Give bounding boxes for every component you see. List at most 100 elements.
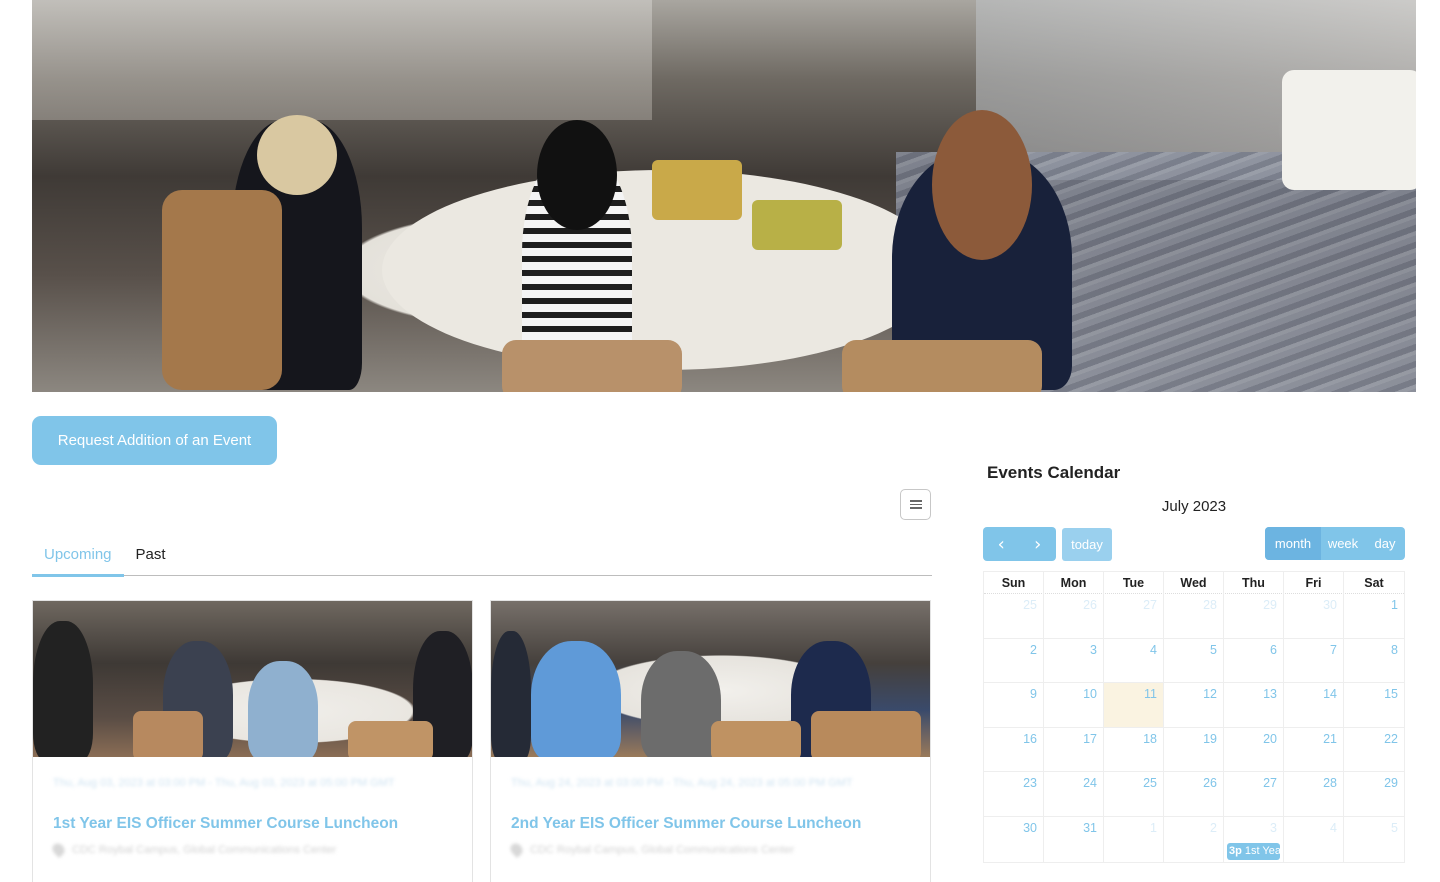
day-number: 13 bbox=[1263, 687, 1277, 702]
calendar-day[interactable]: 25 bbox=[984, 594, 1044, 638]
day-number: 10 bbox=[1083, 687, 1097, 702]
list-view-toggle[interactable] bbox=[900, 489, 931, 520]
tab-past[interactable]: Past bbox=[124, 538, 178, 575]
hero-table-2 bbox=[1282, 70, 1416, 190]
day-number: 21 bbox=[1323, 731, 1337, 746]
calendar-day[interactable]: 12 bbox=[1164, 683, 1224, 727]
calendar-day-today[interactable]: 11 bbox=[1104, 683, 1164, 727]
event-tabs: Upcoming Past bbox=[32, 538, 932, 577]
calendar-day[interactable]: 27 bbox=[1224, 772, 1284, 816]
day-number: 29 bbox=[1263, 598, 1277, 612]
calendar-day[interactable]: 9 bbox=[984, 683, 1044, 727]
hero-lunchbox bbox=[652, 160, 742, 220]
day-number: 4 bbox=[1150, 642, 1157, 657]
day-number: 22 bbox=[1384, 731, 1398, 746]
day-number: 1 bbox=[1391, 598, 1398, 612]
calendar-day[interactable]: 25 bbox=[1104, 772, 1164, 816]
calendar-event[interactable]: 3p 1st Year EIS Officer Summer Course Lu… bbox=[1227, 842, 1280, 860]
view-week-button[interactable]: week bbox=[1321, 527, 1365, 560]
calendar-day[interactable]: 23 bbox=[984, 772, 1044, 816]
hero-person-hair bbox=[537, 120, 617, 230]
day-number: 29 bbox=[1384, 776, 1398, 791]
photo-chair bbox=[711, 721, 801, 757]
day-number: 2 bbox=[1210, 820, 1217, 835]
calendar-day[interactable]: 29 bbox=[1224, 594, 1284, 638]
calendar-week-row: 25 26 27 28 29 30 1 bbox=[984, 594, 1404, 639]
calendar-day[interactable]: 5 bbox=[1344, 817, 1404, 862]
weekday-sat: Sat bbox=[1364, 576, 1384, 590]
request-event-button[interactable]: Request Addition of an Event bbox=[32, 416, 277, 465]
day-number: 24 bbox=[1083, 776, 1097, 791]
calendar-day[interactable]: 8 bbox=[1344, 639, 1404, 683]
calendar-day[interactable]: 5 bbox=[1164, 638, 1224, 683]
calendar-day[interactable]: 14 bbox=[1284, 683, 1344, 727]
calendar-day[interactable]: 4 bbox=[1104, 638, 1164, 683]
prev-month-button[interactable]: ‹ bbox=[983, 527, 1020, 561]
day-number: 20 bbox=[1263, 731, 1277, 746]
calendar-day[interactable]: 16 bbox=[984, 727, 1044, 772]
calendar-day[interactable]: 13 bbox=[1224, 683, 1284, 727]
calendar-day[interactable]: 1 bbox=[1104, 816, 1164, 862]
calendar-day[interactable]: 21 bbox=[1284, 727, 1344, 772]
day-number: 5 bbox=[1391, 820, 1398, 835]
calendar-day[interactable]: 31 bbox=[1044, 816, 1104, 862]
calendar-day[interactable]: 27 bbox=[1104, 594, 1164, 638]
calendar-day[interactable]: 22 bbox=[1344, 728, 1404, 772]
day-number: 4 bbox=[1330, 820, 1337, 835]
today-button[interactable]: today bbox=[1062, 528, 1112, 561]
calendar-week-row: 30 31 1 2 3 3p 1st Year EIS Officer Summer Co… bbox=[984, 816, 1404, 862]
calendar-day[interactable]: 2 bbox=[1164, 816, 1224, 862]
event-title[interactable]: 2nd Year EIS Officer Summer Course Lunch… bbox=[511, 815, 930, 833]
calendar-day[interactable]: 30 bbox=[984, 816, 1044, 862]
event-card[interactable]: Thu, Aug 24, 2023 at 03:00 PM - Thu, Aug… bbox=[490, 600, 931, 882]
view-day-button[interactable]: day bbox=[1365, 527, 1405, 560]
calendar-day[interactable]: 3 3p 1st Year EIS Officer Summer Course L… bbox=[1224, 816, 1284, 862]
calendar-day[interactable]: 6 bbox=[1224, 638, 1284, 683]
day-number: 23 bbox=[1023, 776, 1037, 791]
calendar-day[interactable]: 4 bbox=[1284, 816, 1344, 862]
chevron-right-icon: › bbox=[1034, 533, 1042, 555]
calendar-day[interactable]: 24 bbox=[1044, 772, 1104, 816]
calendar-day[interactable]: 1 bbox=[1344, 594, 1404, 638]
event-title: 1st Year EIS Officer Summer Course Lunch… bbox=[1244, 844, 1280, 857]
calendar-weekday-header: Sun Mon Tue Wed Thu Fri Sat bbox=[984, 572, 1404, 594]
calendar-week-row: 16 17 18 19 20 21 22 bbox=[984, 727, 1404, 773]
photo-person bbox=[531, 641, 621, 757]
day-number: 25 bbox=[1143, 776, 1157, 791]
calendar-day[interactable]: 2 bbox=[984, 638, 1044, 683]
tab-upcoming[interactable]: Upcoming bbox=[32, 538, 124, 577]
day-number: 11 bbox=[1144, 687, 1157, 702]
calendar-day[interactable]: 28 bbox=[1164, 594, 1224, 638]
calendar-day[interactable]: 17 bbox=[1044, 727, 1104, 772]
calendar-day[interactable]: 29 bbox=[1344, 772, 1404, 816]
calendar-day[interactable]: 3 bbox=[1044, 638, 1104, 683]
day-number: 28 bbox=[1323, 776, 1337, 791]
day-number: 31 bbox=[1083, 820, 1097, 835]
calendar-day[interactable]: 28 bbox=[1284, 772, 1344, 816]
calendar-day[interactable]: 7 bbox=[1284, 638, 1344, 683]
calendar-week-row: 2 3 4 5 6 7 8 bbox=[984, 638, 1404, 684]
calendar-day[interactable]: 26 bbox=[1164, 772, 1224, 816]
calendar-day[interactable]: 10 bbox=[1044, 683, 1104, 727]
next-month-button[interactable]: › bbox=[1020, 527, 1057, 561]
event-location-text: CDC Roybal Campus, Global Communications… bbox=[72, 843, 337, 856]
day-number: 30 bbox=[1323, 598, 1337, 612]
day-number: 16 bbox=[1023, 731, 1037, 746]
weekday-thu: Thu bbox=[1224, 572, 1284, 594]
view-month-button[interactable]: month bbox=[1265, 527, 1321, 560]
calendar-day[interactable]: 18 bbox=[1104, 727, 1164, 772]
calendar-day[interactable]: 19 bbox=[1164, 727, 1224, 772]
event-card[interactable]: Thu, Aug 03, 2023 at 03:00 PM - Thu, Aug… bbox=[32, 600, 473, 882]
day-number: 18 bbox=[1143, 731, 1157, 746]
calendar-day[interactable]: 20 bbox=[1224, 727, 1284, 772]
calendar-day[interactable]: 15 bbox=[1344, 683, 1404, 727]
hero-lunchbox bbox=[752, 200, 842, 250]
calendar-day[interactable]: 30 bbox=[1284, 594, 1344, 638]
event-image bbox=[491, 601, 930, 757]
day-number: 28 bbox=[1203, 598, 1217, 612]
photo-person bbox=[641, 651, 721, 757]
event-title[interactable]: 1st Year EIS Officer Summer Course Lunch… bbox=[53, 815, 472, 833]
calendar-day[interactable]: 26 bbox=[1044, 594, 1104, 638]
day-number: 9 bbox=[1030, 687, 1037, 702]
calendar-title: Events Calendar bbox=[987, 463, 1121, 482]
